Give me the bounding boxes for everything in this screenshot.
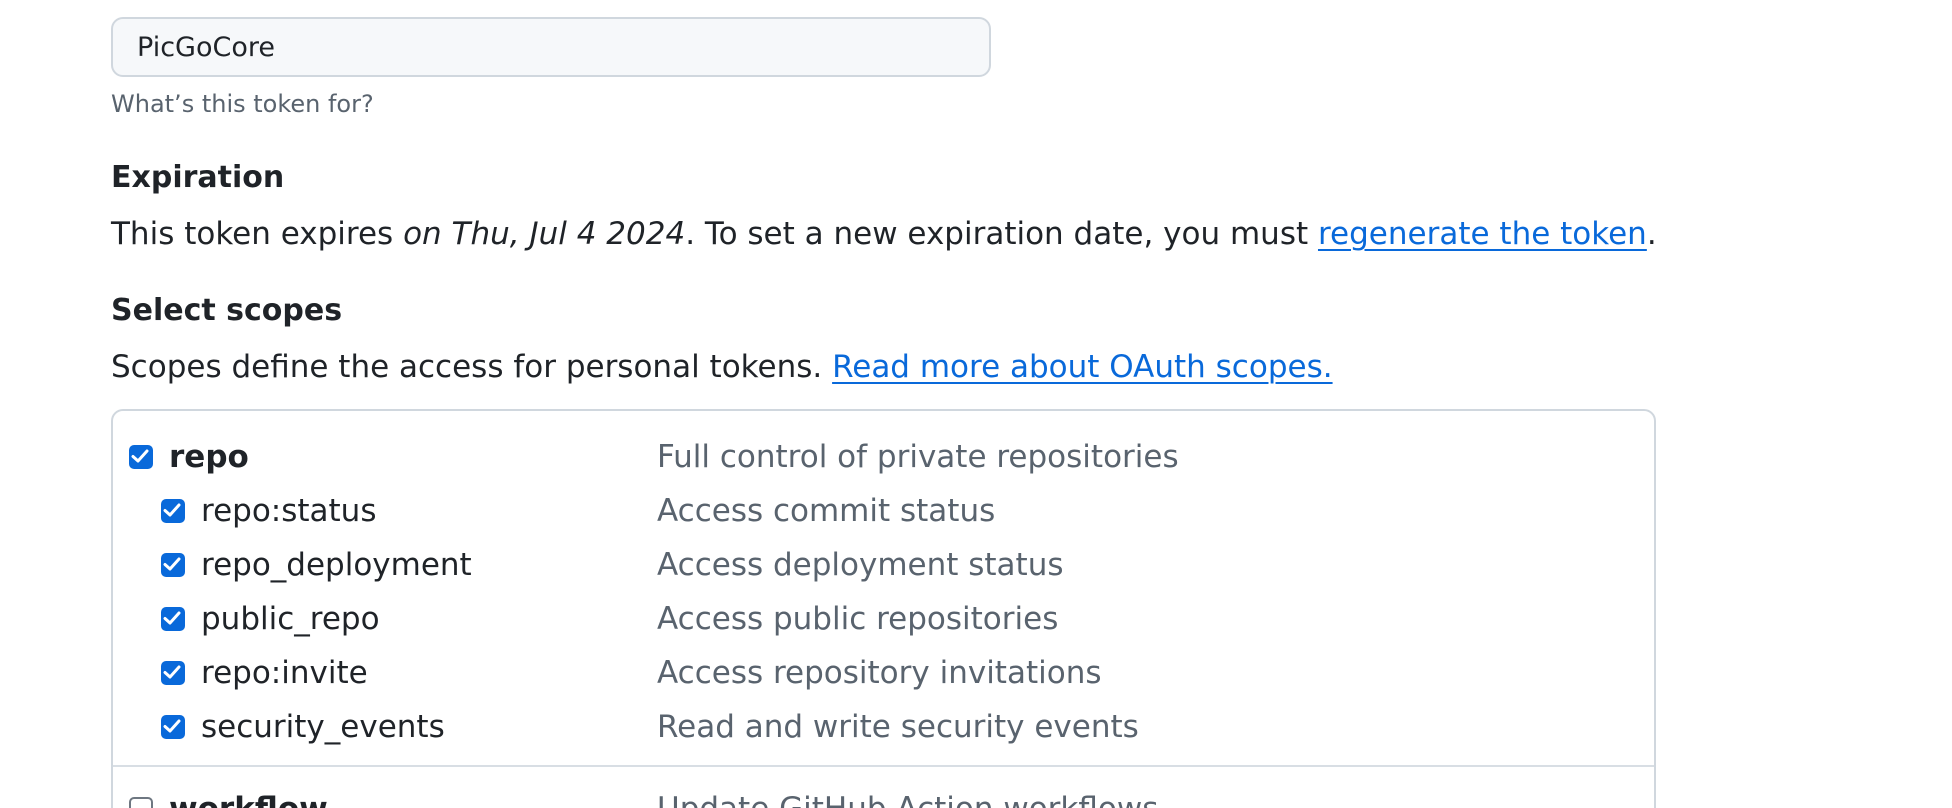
scope-group-divider bbox=[113, 765, 1654, 767]
scope-name: workflow bbox=[169, 787, 328, 808]
scope-row-repo-status: repo:status Access commit status bbox=[113, 489, 1654, 533]
repo-status-checkbox[interactable] bbox=[161, 499, 185, 523]
oauth-scopes-link[interactable]: Read more about OAuth scopes. bbox=[832, 349, 1332, 385]
scope-row-repo: repo Full control of private repositorie… bbox=[113, 435, 1654, 479]
scope-row-workflow: workflow Update GitHub Action workflows bbox=[113, 787, 1654, 808]
repo-invite-checkbox[interactable] bbox=[161, 661, 185, 685]
scope-description: Read and write security events bbox=[657, 709, 1139, 745]
scopes-description: Scopes define the access for personal to… bbox=[111, 349, 1333, 385]
scope-name: security_events bbox=[201, 709, 445, 745]
scope-description: Access public repositories bbox=[657, 601, 1059, 637]
expiration-heading: Expiration bbox=[111, 160, 285, 195]
checkmark-icon bbox=[163, 557, 181, 571]
scopes-description-text: Scopes define the access for personal to… bbox=[111, 349, 833, 385]
scope-description: Access deployment status bbox=[657, 547, 1064, 583]
scope-description: Update GitHub Action workflows bbox=[657, 787, 1158, 808]
repo-checkbox[interactable] bbox=[129, 445, 153, 469]
scope-row-repo-deployment: repo_deployment Access deployment status bbox=[113, 543, 1654, 587]
security-events-checkbox[interactable] bbox=[161, 715, 185, 739]
scope-name: repo:invite bbox=[201, 655, 368, 691]
scope-name: repo bbox=[169, 439, 249, 475]
scope-name: repo_deployment bbox=[201, 547, 472, 583]
select-scopes-heading: Select scopes bbox=[111, 293, 343, 328]
scope-row-repo-invite: repo:invite Access repository invitation… bbox=[113, 651, 1654, 695]
public-repo-checkbox[interactable] bbox=[161, 607, 185, 631]
checkmark-icon bbox=[163, 503, 181, 517]
regenerate-token-link[interactable]: regenerate the token bbox=[1318, 216, 1647, 252]
scope-row-public-repo: public_repo Access public repositories bbox=[113, 597, 1654, 641]
expiration-text: This token expires on Thu, Jul 4 2024. T… bbox=[111, 216, 1657, 252]
scope-name: public_repo bbox=[201, 601, 380, 637]
expiration-period: . bbox=[1646, 216, 1657, 252]
scopes-list: repo Full control of private repositorie… bbox=[111, 409, 1656, 808]
workflow-checkbox[interactable] bbox=[129, 797, 153, 808]
scope-description: Full control of private repositories bbox=[657, 439, 1179, 475]
expiration-text-before: This token expires bbox=[111, 216, 404, 252]
token-note-hint: What’s this token for? bbox=[111, 90, 374, 118]
scope-description: Access commit status bbox=[657, 493, 996, 529]
token-settings-page: What’s this token for? Expiration This t… bbox=[0, 0, 1952, 808]
checkmark-icon bbox=[131, 449, 149, 463]
checkmark-icon bbox=[163, 665, 181, 679]
expiration-date: on Thu, Jul 4 2024 bbox=[403, 216, 686, 252]
expiration-text-after: . To set a new expiration date, you must bbox=[685, 216, 1318, 252]
checkmark-icon bbox=[163, 611, 181, 625]
scope-row-security-events: security_events Read and write security … bbox=[113, 705, 1654, 749]
checkmark-icon bbox=[163, 719, 181, 733]
scope-description: Access repository invitations bbox=[657, 655, 1102, 691]
token-note-input[interactable] bbox=[111, 17, 991, 77]
repo-deployment-checkbox[interactable] bbox=[161, 553, 185, 577]
scope-name: repo:status bbox=[201, 493, 377, 529]
